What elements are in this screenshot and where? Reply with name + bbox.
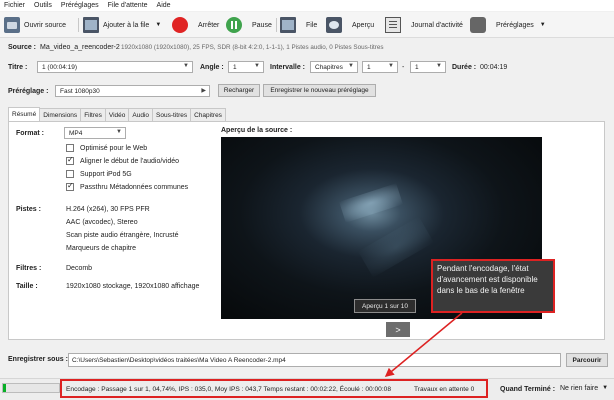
pause-button[interactable]: Pause xyxy=(226,16,272,34)
save-as-label: Enregistrer sous : xyxy=(8,356,68,363)
menu-tools[interactable]: Outils xyxy=(34,2,52,9)
ipod-support-checkbox[interactable] xyxy=(66,170,74,178)
track-item: Marqueurs de chapitre xyxy=(66,245,137,252)
chevron-down-icon: ▼ xyxy=(388,63,394,69)
menu-queue[interactable]: File d'attente xyxy=(108,2,148,9)
activity-log-button[interactable]: Journal d'activité xyxy=(385,16,463,34)
source-label: Source : xyxy=(8,44,37,51)
chevron-right-icon: ▶ xyxy=(201,88,206,94)
when-done-label: Quand Terminé : xyxy=(500,386,556,393)
log-icon xyxy=(385,17,401,33)
chevron-down-icon: ▼ xyxy=(539,22,546,28)
metadata-passthru-checkbox[interactable] xyxy=(66,181,74,191)
chevron-down-icon: ▼ xyxy=(254,63,260,69)
track-item: AAC (avcodec), Stereo xyxy=(66,219,138,226)
ipod-support-label: Support iPod 5G xyxy=(80,171,132,178)
preview-title: Aperçu de la source : xyxy=(221,127,293,134)
tab-chapters[interactable]: Chapitres xyxy=(190,108,226,121)
chevron-down-icon: ▼ xyxy=(155,22,162,28)
title-select[interactable]: 1 (00:04:19) ▼ xyxy=(37,61,193,73)
browse-button[interactable]: Parcourir xyxy=(566,353,608,367)
pause-icon xyxy=(226,17,242,33)
encode-progress-fill xyxy=(3,384,6,392)
menu-presets[interactable]: Préréglages xyxy=(61,2,99,9)
next-preview-button[interactable]: > xyxy=(386,322,410,337)
chevron-down-icon: ▼ xyxy=(183,63,189,69)
angle-select[interactable]: 1 ▼ xyxy=(228,61,264,73)
open-source-button[interactable]: Ouvrir source xyxy=(4,16,66,34)
reload-button[interactable]: Recharger xyxy=(218,84,260,97)
tab-filters[interactable]: Filtres xyxy=(80,108,106,121)
tab-dimensions[interactable]: Dimensions xyxy=(39,108,82,121)
chevron-down-icon: ▼ xyxy=(348,63,354,69)
menu-file[interactable]: Fichier xyxy=(4,2,25,9)
preview-button[interactable]: Aperçu xyxy=(326,16,374,34)
chevron-down-icon: ▼ xyxy=(116,129,122,135)
preview-icon xyxy=(326,17,342,33)
range-type-select[interactable]: Chapitres ▼ xyxy=(310,61,358,73)
presets-button[interactable]: Préréglages ▼ xyxy=(470,16,546,34)
duration-value: 00:04:19 xyxy=(480,64,508,71)
encode-status-text: Encodage : Passage 1 sur 1, 04,74%, IPS … xyxy=(66,386,392,393)
annotation-callout: Pendant l'encodage, l'état d'avancement … xyxy=(431,259,555,313)
add-to-queue-button[interactable]: Ajouter à la file ▼ xyxy=(83,16,161,34)
encode-progress-bar xyxy=(2,383,60,393)
filters-label: Filtres : xyxy=(16,265,42,272)
duration-label: Durée : xyxy=(452,64,477,71)
range-label: Intervalle : xyxy=(270,64,306,71)
film-icon xyxy=(83,17,99,33)
tab-video[interactable]: Vidéo xyxy=(104,108,130,121)
menu-help[interactable]: Aide xyxy=(157,2,171,9)
preset-select[interactable]: Fast 1080p30 ▶ xyxy=(55,85,210,97)
filters-value: Decomb xyxy=(66,265,93,272)
range-start-select[interactable]: 1 ▼ xyxy=(362,61,398,73)
chevron-down-icon: ▼ xyxy=(436,63,442,69)
stop-button[interactable]: Arrêter xyxy=(172,16,219,34)
tab-audio[interactable]: Audio xyxy=(128,108,154,121)
angle-label: Angle : xyxy=(200,64,224,71)
tab-summary[interactable]: Résumé xyxy=(8,107,41,121)
menu-bar: Fichier Outils Préréglages File d'attent… xyxy=(0,0,614,11)
tab-subtitles[interactable]: Sous-titres xyxy=(152,108,192,121)
presets-icon xyxy=(470,17,486,33)
size-label: Taille : xyxy=(16,283,38,290)
align-av-label: Aligner le début de l'audio/vidéo xyxy=(80,158,180,165)
tab-bar: Résumé Dimensions Filtres Vidéo Audio So… xyxy=(8,107,226,121)
web-optimized-checkbox[interactable] xyxy=(66,144,74,152)
preset-label: Préréglage : xyxy=(8,88,49,95)
pending-jobs: Travaux en attente 0 xyxy=(414,386,475,393)
format-label: Format : xyxy=(16,130,44,137)
format-select[interactable]: MP4 ▼ xyxy=(64,127,126,139)
chevron-down-icon: ▼ xyxy=(602,385,609,391)
output-path-field[interactable]: C:\Users\Sebastien\Desktop\vidéos traité… xyxy=(68,353,561,367)
save-new-preset-button[interactable]: Enregistrer le nouveau préréglage xyxy=(263,84,376,97)
tracks-label: Pistes : xyxy=(16,206,41,213)
track-item: H.264 (x264), 30 FPS PFR xyxy=(66,206,150,213)
title-label: Titre : xyxy=(8,64,28,71)
metadata-passthru-label: Passthru Métadonnées communes xyxy=(80,184,189,191)
web-optimized-label: Optimisé pour le Web xyxy=(80,145,148,152)
size-value: 1920x1080 stockage, 1920x1080 affichage xyxy=(66,283,200,290)
source-info: 1920x1080 (1920x1080), 25 FPS, SDR (8-bi… xyxy=(121,44,384,51)
queue-button[interactable]: File xyxy=(280,16,317,34)
toolbar: Ouvrir source Ajouter à la file ▼ Arrête… xyxy=(0,12,614,38)
source-name: Ma_video_a_reencoder-2 xyxy=(40,44,120,51)
track-item: Scan piste audio étrangère, Incrusté xyxy=(66,232,179,239)
queue-icon xyxy=(280,17,296,33)
align-av-checkbox[interactable] xyxy=(66,155,74,165)
range-end-select[interactable]: 1 ▼ xyxy=(410,61,446,73)
preview-counter: Aperçu 1 sur 10 xyxy=(354,299,416,313)
when-done-select[interactable]: Ne rien faire ▼ xyxy=(560,385,608,392)
open-source-icon xyxy=(4,17,20,33)
range-dash: - xyxy=(402,64,405,71)
stop-icon xyxy=(172,17,188,33)
